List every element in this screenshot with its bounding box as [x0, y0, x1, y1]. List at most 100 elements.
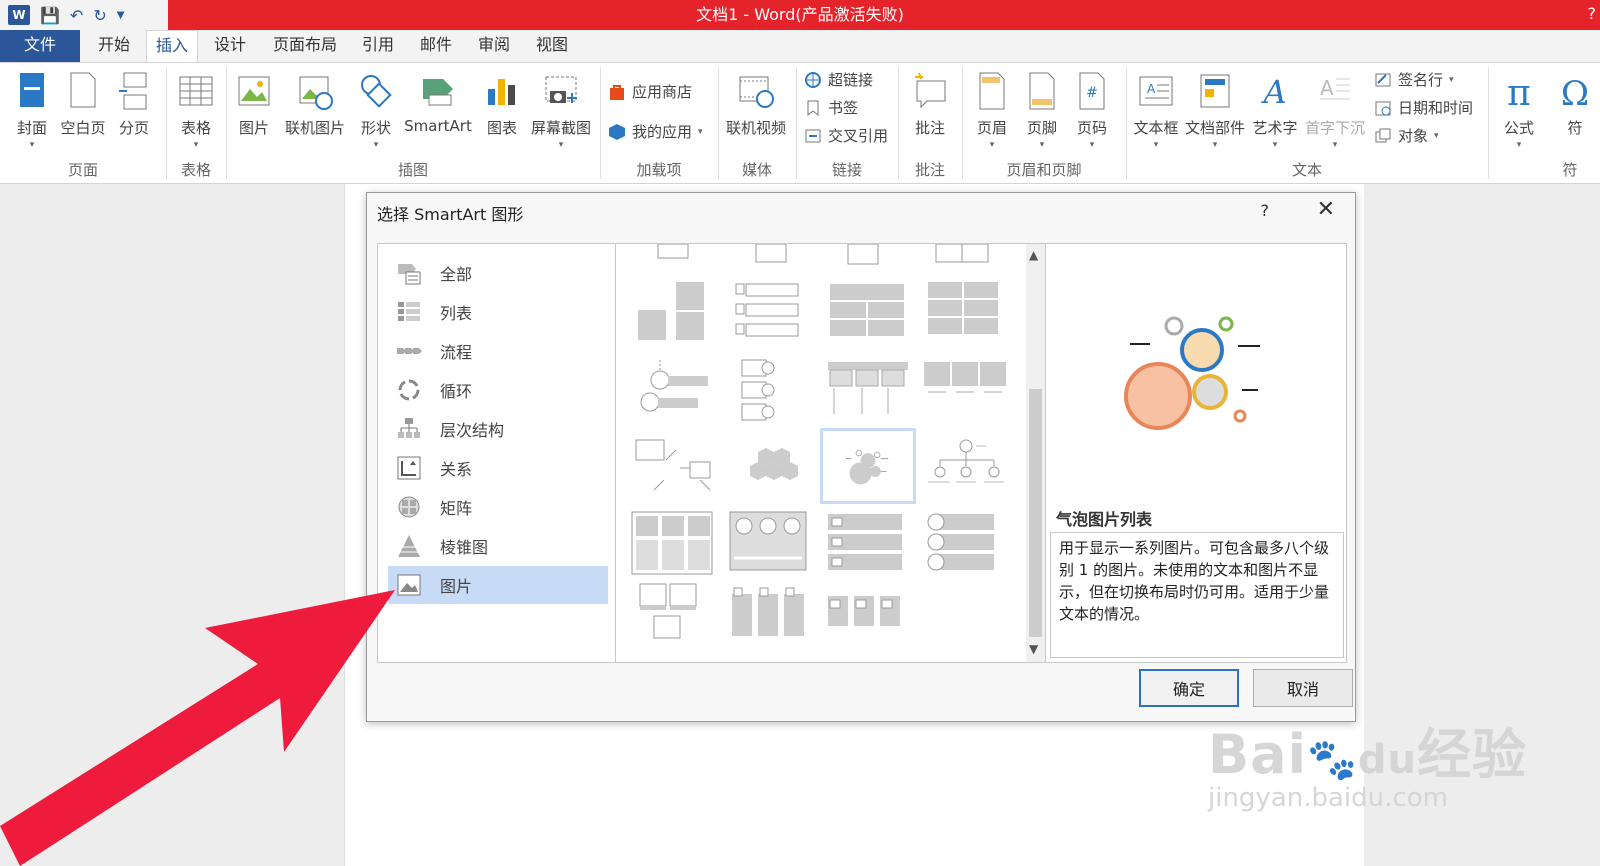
category-matrix[interactable]: 矩阵 — [388, 488, 608, 526]
tab-mailings[interactable]: 邮件 — [414, 30, 458, 62]
group-label-text: 文本 — [1291, 161, 1322, 179]
group-label-tables: 表格 — [180, 161, 211, 179]
smartart-icon — [423, 79, 453, 106]
wordart-icon: A — [1260, 73, 1286, 111]
smartart-button[interactable]: SmartArt — [400, 71, 476, 135]
omega-icon: Ω — [1561, 74, 1589, 113]
ribbon-tabs: 文件 开始 插入 设计 页面布局 引用 邮件 审阅 视图 — [0, 30, 1600, 63]
comment-button[interactable]: 批注 — [908, 71, 952, 138]
close-icon[interactable]: ✕ — [1317, 197, 1335, 222]
scroll-up-icon[interactable]: ▲ — [1029, 248, 1038, 262]
layout-item[interactable] — [728, 436, 818, 508]
category-all[interactable]: 全部 — [388, 254, 608, 292]
layout-item[interactable] — [630, 582, 720, 654]
scroll-down-icon[interactable]: ▼ — [1029, 642, 1038, 656]
category-pyramid[interactable]: 棱锥图 — [388, 527, 608, 565]
category-hierarchy[interactable]: 层次结构 — [388, 410, 608, 448]
chart-button[interactable]: 图表 — [480, 71, 524, 138]
layout-item[interactable] — [824, 280, 914, 352]
category-process[interactable]: 流程 — [388, 332, 608, 370]
layout-item[interactable] — [824, 510, 914, 582]
tab-page-layout[interactable]: 页面布局 — [266, 30, 344, 62]
scrollbar-thumb[interactable] — [1029, 389, 1042, 637]
footer-icon — [1029, 72, 1055, 110]
pi-icon: π — [1507, 73, 1531, 113]
tab-home[interactable]: 开始 — [88, 30, 140, 62]
layout-item[interactable] — [728, 280, 818, 352]
layout-item[interactable] — [920, 280, 1010, 352]
bookmark-button[interactable]: 书签 — [804, 97, 858, 118]
store-button[interactable]: 应用商店 — [608, 81, 692, 102]
cross-reference-button[interactable]: 交叉引用 — [804, 125, 888, 146]
footer-button[interactable]: 页脚 ▾ — [1020, 71, 1064, 150]
tab-view[interactable]: 视图 — [530, 30, 574, 62]
ok-button[interactable]: 确定 — [1139, 669, 1239, 707]
paw-icon: 🐾 — [1307, 737, 1358, 783]
picture-icon — [238, 76, 270, 106]
hyperlink-button[interactable]: 超链接 — [804, 69, 873, 90]
layout-item[interactable] — [728, 358, 818, 430]
layout-gallery: ▲ ▼ — [615, 243, 1045, 663]
gallery-scrollbar[interactable]: ▲ ▼ — [1026, 244, 1045, 662]
tab-file[interactable]: 文件 — [0, 30, 80, 62]
object-button[interactable]: 对象 ▾ — [1374, 125, 1439, 146]
layout-item[interactable] — [920, 436, 1010, 508]
calendar-icon — [1375, 101, 1391, 115]
layout-item-bubble-picture-list[interactable] — [820, 428, 916, 504]
quick-parts-button[interactable]: 文档部件 ▾ — [1182, 71, 1248, 150]
online-picture-button[interactable]: 联机图片 — [280, 71, 350, 138]
tab-references[interactable]: 引用 — [356, 30, 400, 62]
wordart-button[interactable]: A 艺术字 ▾ — [1250, 71, 1300, 150]
shapes-icon — [361, 75, 392, 108]
header-button[interactable]: 页眉 ▾ — [970, 71, 1014, 150]
blank-page-icon — [70, 72, 96, 108]
group-separator — [1488, 67, 1489, 179]
layout-item[interactable] — [920, 510, 1010, 582]
date-time-button[interactable]: 日期和时间 — [1374, 97, 1473, 118]
page-break-button[interactable]: 分页 — [112, 71, 156, 138]
cancel-button[interactable]: 取消 — [1253, 669, 1353, 707]
table-button[interactable]: 表格 ▾ — [174, 71, 218, 150]
tab-review[interactable]: 审阅 — [472, 30, 516, 62]
screenshot-button[interactable]: 屏幕截图 ▾ — [526, 71, 596, 150]
layout-item[interactable] — [824, 358, 914, 430]
online-video-button[interactable]: 联机视频 — [722, 71, 790, 138]
picture-button[interactable]: 图片 — [232, 71, 276, 138]
dropcap-button[interactable]: A 首字下沉 ▾ — [1302, 71, 1368, 150]
layout-item[interactable] — [630, 280, 720, 352]
shapes-button[interactable]: 形状 ▾ — [354, 71, 398, 150]
layout-item[interactable] — [824, 582, 914, 654]
layout-item[interactable] — [920, 358, 1010, 430]
svg-text:A: A — [1147, 82, 1156, 96]
annotation-arrow — [0, 590, 395, 866]
signature-line-button[interactable]: 签名行 ▾ — [1374, 69, 1454, 90]
cover-page-button[interactable]: 封面 ▾ — [10, 71, 54, 150]
relationship-icon — [397, 456, 421, 480]
chart-icon — [488, 79, 515, 105]
category-relationship[interactable]: 关系 — [388, 449, 608, 487]
svg-text:A: A — [1320, 76, 1334, 100]
tab-design[interactable]: 设计 — [204, 30, 256, 62]
blank-page-button[interactable]: 空白页 — [58, 71, 108, 138]
dialog-title: 选择 SmartArt 图形 — [377, 205, 524, 224]
layout-item[interactable] — [630, 510, 720, 582]
category-list-item[interactable]: 列表 — [388, 293, 608, 331]
group-label-pages: 页面 — [67, 161, 98, 179]
symbol-button[interactable]: Ω 符 — [1550, 71, 1600, 138]
layout-item[interactable] — [630, 436, 720, 508]
layout-item[interactable] — [630, 358, 720, 430]
my-apps-button[interactable]: 我的应用 ▾ — [608, 121, 703, 142]
cross-reference-icon — [805, 129, 821, 142]
layout-item[interactable] — [728, 582, 818, 654]
category-picture[interactable]: 图片 — [388, 566, 608, 604]
textbox-button[interactable]: A 文本框 ▾ — [1130, 71, 1182, 150]
category-cycle[interactable]: 循环 — [388, 371, 608, 409]
dropcap-icon: A — [1320, 76, 1350, 100]
layout-item[interactable] — [728, 510, 818, 582]
dialog-help-button[interactable]: ? — [1261, 201, 1270, 220]
equation-button[interactable]: π 公式 ▾ — [1494, 71, 1544, 150]
watermark-text: Bai — [1208, 723, 1308, 786]
page-number-button[interactable]: # 页码 ▾ — [1070, 71, 1114, 150]
help-button[interactable]: ? — [1588, 4, 1597, 23]
tab-insert[interactable]: 插入 — [146, 30, 198, 63]
